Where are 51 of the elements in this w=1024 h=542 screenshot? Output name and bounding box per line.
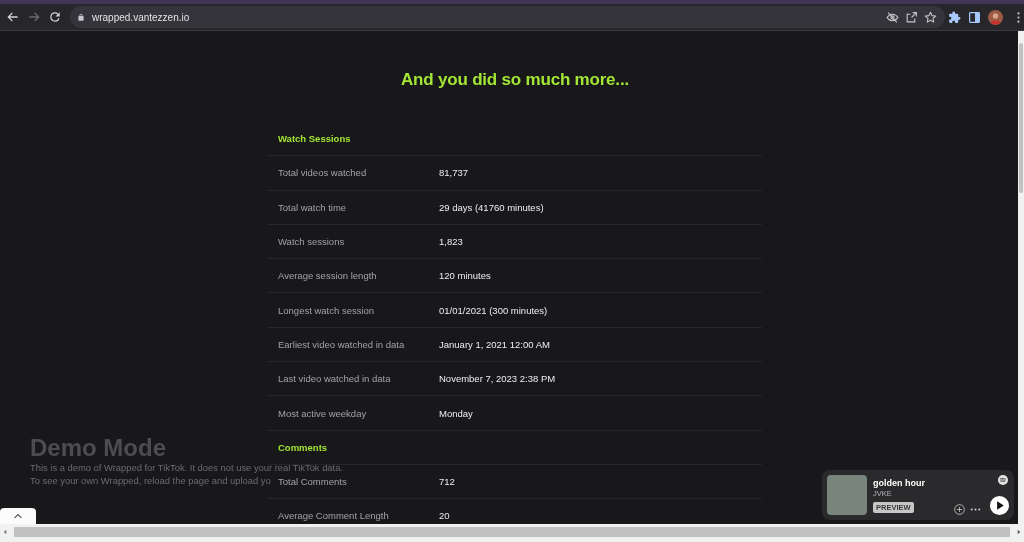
stat-label: Longest watch session — [278, 304, 376, 316]
stat-value: 120 minutes — [439, 270, 491, 282]
stat-label: Total videos watched — [278, 167, 368, 179]
vertical-scrollbar-track[interactable] — [1018, 31, 1024, 524]
share-icon[interactable] — [905, 10, 918, 24]
song-title: golden hour — [873, 478, 925, 489]
scroll-left-icon[interactable] — [3, 529, 7, 535]
back-arrow-icon[interactable] — [6, 10, 20, 24]
stat-value: November 7, 2023 2:38 PM — [439, 373, 556, 385]
scroll-right-icon[interactable] — [1017, 529, 1021, 535]
banner-toggle-tab[interactable] — [0, 508, 36, 524]
vertical-scrollbar-thumb[interactable] — [1019, 43, 1023, 193]
horizontal-scrollbar-thumb[interactable] — [14, 527, 1010, 537]
stat-label: Watch sessions — [278, 236, 346, 248]
caret-up-icon — [13, 513, 23, 519]
more-options-icon[interactable] — [970, 508, 981, 511]
arcs-logo-icon[interactable] — [998, 475, 1008, 485]
stat-label: Total watch time — [278, 201, 348, 213]
stat-value: 1,823 — [439, 236, 463, 248]
puzzle-icon[interactable] — [948, 10, 961, 24]
stat-label: Last video watched in data — [278, 373, 392, 385]
demo-notice-text: To see your own Wrapped, reload the page and upload yo — [30, 474, 271, 487]
star-icon[interactable] — [924, 10, 937, 24]
stat-value: 29 days (41760 minutes) — [439, 201, 544, 213]
stat-value: January 1, 2021 12:00 AM — [439, 338, 550, 350]
stat-label: Total Comments — [278, 476, 348, 488]
address-bar[interactable]: wrapped.vantezzen.io — [70, 6, 945, 28]
section-heading: Watch Sessions — [278, 133, 351, 145]
horizontal-scrollbar-track[interactable] — [0, 524, 1024, 542]
play-icon[interactable] — [990, 496, 1009, 515]
url-text: wrapped.vantezzen.io — [92, 11, 190, 23]
stat-value: 712 — [439, 476, 455, 488]
menu-icon[interactable] — [1017, 11, 1020, 23]
stat-label: Earliest video watched in data — [278, 338, 406, 350]
section-heading: Comments — [278, 441, 328, 453]
avatar-icon[interactable] — [988, 9, 1003, 25]
stat-label: Average session length — [278, 270, 378, 282]
demo-notice-text: This is a demo of Wrapped for TikTok. It does not use your real TikTok data. — [30, 461, 343, 474]
stat-label: Average Comment Length — [278, 510, 390, 522]
stat-value: 81,737 — [439, 167, 469, 179]
eye-slash-icon[interactable] — [886, 10, 899, 24]
stat-value: 20 — [439, 510, 450, 522]
add-circle-icon[interactable] — [954, 504, 965, 515]
stat-value: 01/01/2021 (300 minutes) — [439, 304, 548, 316]
album-art-placeholder — [827, 475, 867, 515]
page-heading: And you did so much more... — [400, 70, 630, 90]
reload-icon[interactable] — [48, 10, 62, 24]
lock-icon — [78, 13, 84, 21]
stat-label: Most active weekday — [278, 407, 368, 419]
stat-value: Monday — [439, 407, 473, 419]
sidebar-icon[interactable] — [968, 10, 981, 24]
